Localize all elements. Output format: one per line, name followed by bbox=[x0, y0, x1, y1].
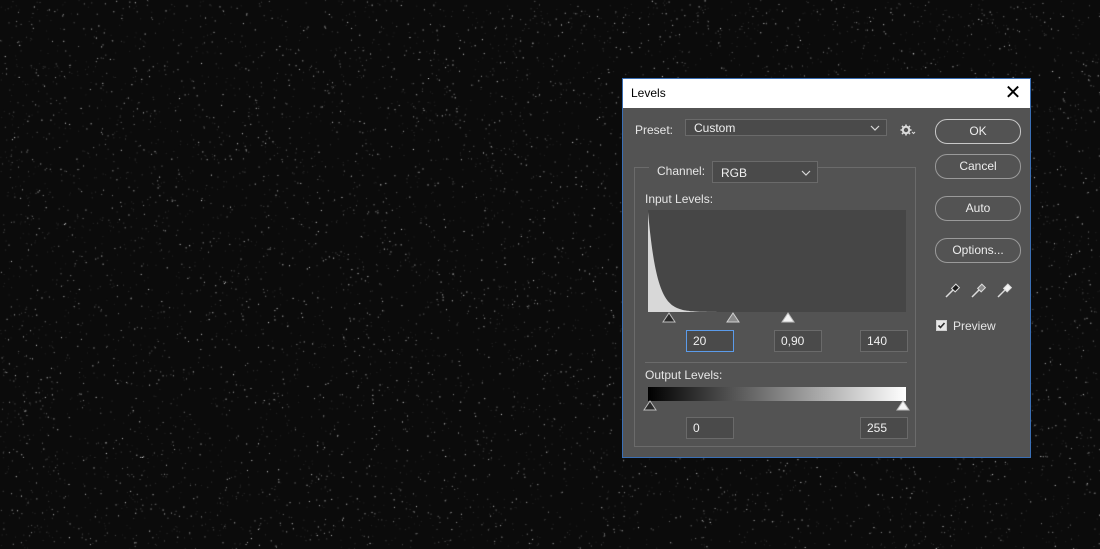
dialog-titlebar[interactable]: Levels ✕ bbox=[623, 79, 1030, 108]
options-button[interactable]: Options... bbox=[935, 238, 1021, 263]
input-gamma-slider[interactable] bbox=[726, 312, 740, 324]
ok-button[interactable]: OK bbox=[935, 119, 1021, 144]
black-point-eyedropper-icon[interactable] bbox=[943, 282, 961, 300]
chevron-down-icon bbox=[870, 125, 880, 131]
input-black-slider[interactable] bbox=[662, 312, 676, 324]
channel-select[interactable]: RGB bbox=[712, 161, 818, 183]
close-icon[interactable]: ✕ bbox=[1002, 82, 1024, 104]
preview-label: Preview bbox=[953, 319, 996, 333]
preset-select[interactable]: Custom bbox=[685, 119, 887, 136]
histogram-graph bbox=[648, 212, 738, 312]
preset-value: Custom bbox=[694, 121, 736, 135]
input-black-field[interactable]: 20 bbox=[686, 330, 734, 352]
histogram bbox=[648, 210, 906, 312]
input-white-field[interactable]: 140 bbox=[860, 330, 908, 352]
white-point-eyedropper-icon[interactable] bbox=[995, 282, 1013, 300]
output-levels-label: Output Levels: bbox=[645, 368, 723, 382]
input-gamma-field[interactable]: 0,90 bbox=[774, 330, 822, 352]
output-black-slider[interactable] bbox=[643, 400, 657, 412]
output-white-slider[interactable] bbox=[896, 400, 910, 412]
channel-label: Channel: bbox=[657, 164, 706, 178]
gear-menu-icon[interactable] bbox=[900, 124, 916, 136]
preview-checkbox[interactable] bbox=[936, 320, 947, 331]
preset-label: Preset: bbox=[635, 123, 674, 137]
chevron-down-icon bbox=[801, 170, 811, 176]
cancel-button[interactable]: Cancel bbox=[935, 154, 1021, 179]
output-white-field[interactable]: 255 bbox=[860, 417, 908, 439]
input-levels-label: Input Levels: bbox=[645, 192, 714, 206]
levels-dialog: Levels ✕ Preset: Custom Channel: RGB Inp… bbox=[622, 78, 1031, 458]
output-gradient-bar bbox=[648, 387, 906, 401]
output-black-field[interactable]: 0 bbox=[686, 417, 734, 439]
checkmark-icon bbox=[937, 322, 946, 329]
input-white-slider[interactable] bbox=[781, 312, 795, 324]
auto-button[interactable]: Auto bbox=[935, 196, 1021, 221]
levels-divider bbox=[645, 362, 907, 363]
dialog-title: Levels bbox=[631, 86, 666, 100]
gray-point-eyedropper-icon[interactable] bbox=[969, 282, 987, 300]
channel-value: RGB bbox=[721, 166, 748, 180]
